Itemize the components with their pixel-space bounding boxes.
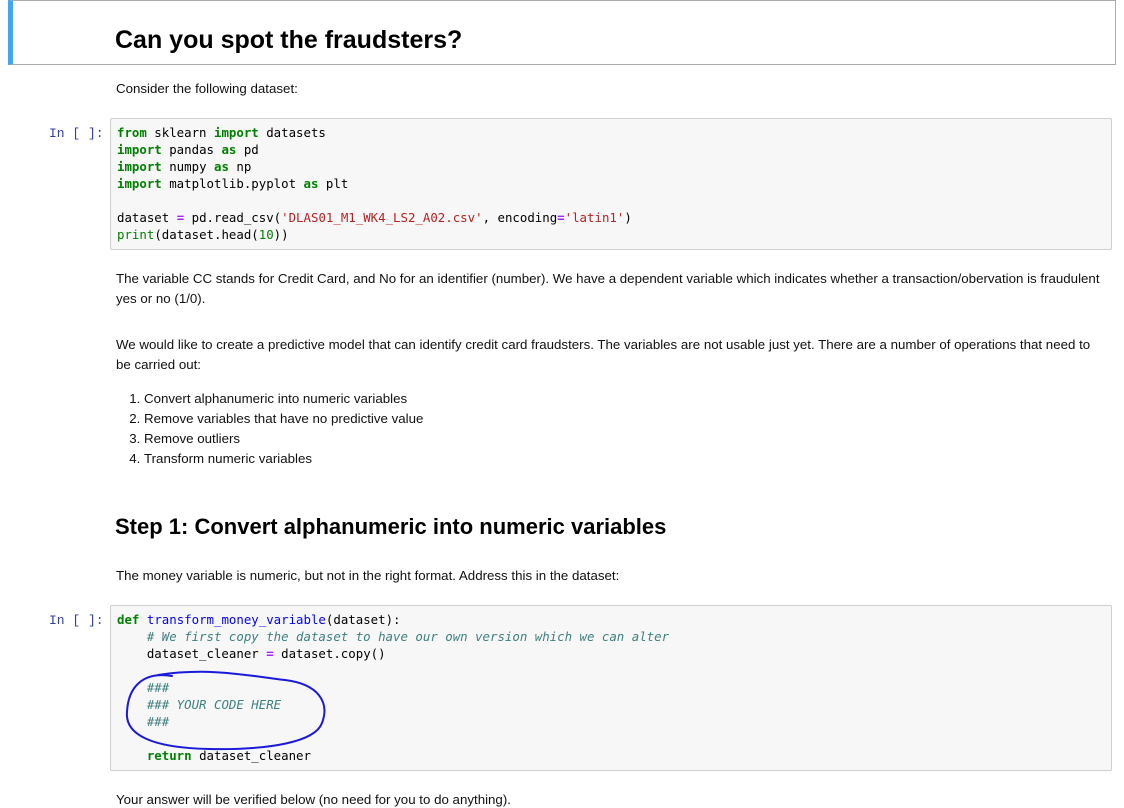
code-line: dataset_cleaner = dataset.copy() — [117, 646, 386, 661]
list-item: Convert alphanumeric into numeric variab… — [144, 389, 423, 409]
cell-prompt: In [ ]: — [49, 126, 104, 141]
code-line: def transform_money_variable(dataset): — [117, 612, 401, 627]
code-cell-imports[interactable]: from sklearn import datasets import pand… — [110, 118, 1112, 250]
operations-list: Convert alphanumeric into numeric variab… — [116, 389, 423, 469]
code-line: dataset = pd.read_csv('DLAS01_M1_WK4_LS2… — [117, 210, 632, 225]
code-line: import matplotlib.pyplot as plt — [117, 176, 349, 191]
code-line: import pandas as pd — [117, 142, 259, 157]
notebook-page: Can you spot the fraudsters? Consider th… — [0, 0, 1124, 808]
list-item: Remove outliers — [144, 429, 423, 449]
code-line: from sklearn import datasets — [117, 125, 326, 140]
code-line: # We first copy the dataset to have our … — [146, 629, 670, 644]
code-cell-transform[interactable]: def transform_money_variable(dataset): #… — [110, 605, 1112, 771]
code-editor[interactable]: from sklearn import datasets import pand… — [117, 124, 632, 243]
code-line: ### — [146, 680, 170, 695]
step1-text: The money variable is numeric, but not i… — [116, 568, 620, 583]
code-line: ### YOUR CODE HERE — [146, 697, 282, 712]
list-item: Transform numeric variables — [144, 449, 423, 469]
footer-text: Your answer will be verified below (no n… — [116, 792, 511, 807]
task-description-text: We would like to create a predictive mod… — [116, 337, 1091, 372]
code-line: ### — [146, 714, 170, 729]
code-line: return dataset_cleaner — [146, 748, 311, 763]
code-editor[interactable]: def transform_money_variable(dataset): #… — [117, 611, 669, 764]
code-line: print(dataset.head(10)) — [117, 227, 289, 242]
variable-description-text: The variable CC stands for Credit Card, … — [116, 271, 1100, 306]
intro-text: Consider the following dataset: — [116, 81, 298, 96]
step1-heading: Step 1: Convert alphanumeric into numeri… — [115, 514, 667, 539]
cell-prompt: In [ ]: — [49, 613, 104, 628]
list-item: Remove variables that have no predictive… — [144, 409, 423, 429]
page-title: Can you spot the fraudsters? — [115, 26, 463, 54]
code-line: import numpy as np — [117, 159, 252, 174]
